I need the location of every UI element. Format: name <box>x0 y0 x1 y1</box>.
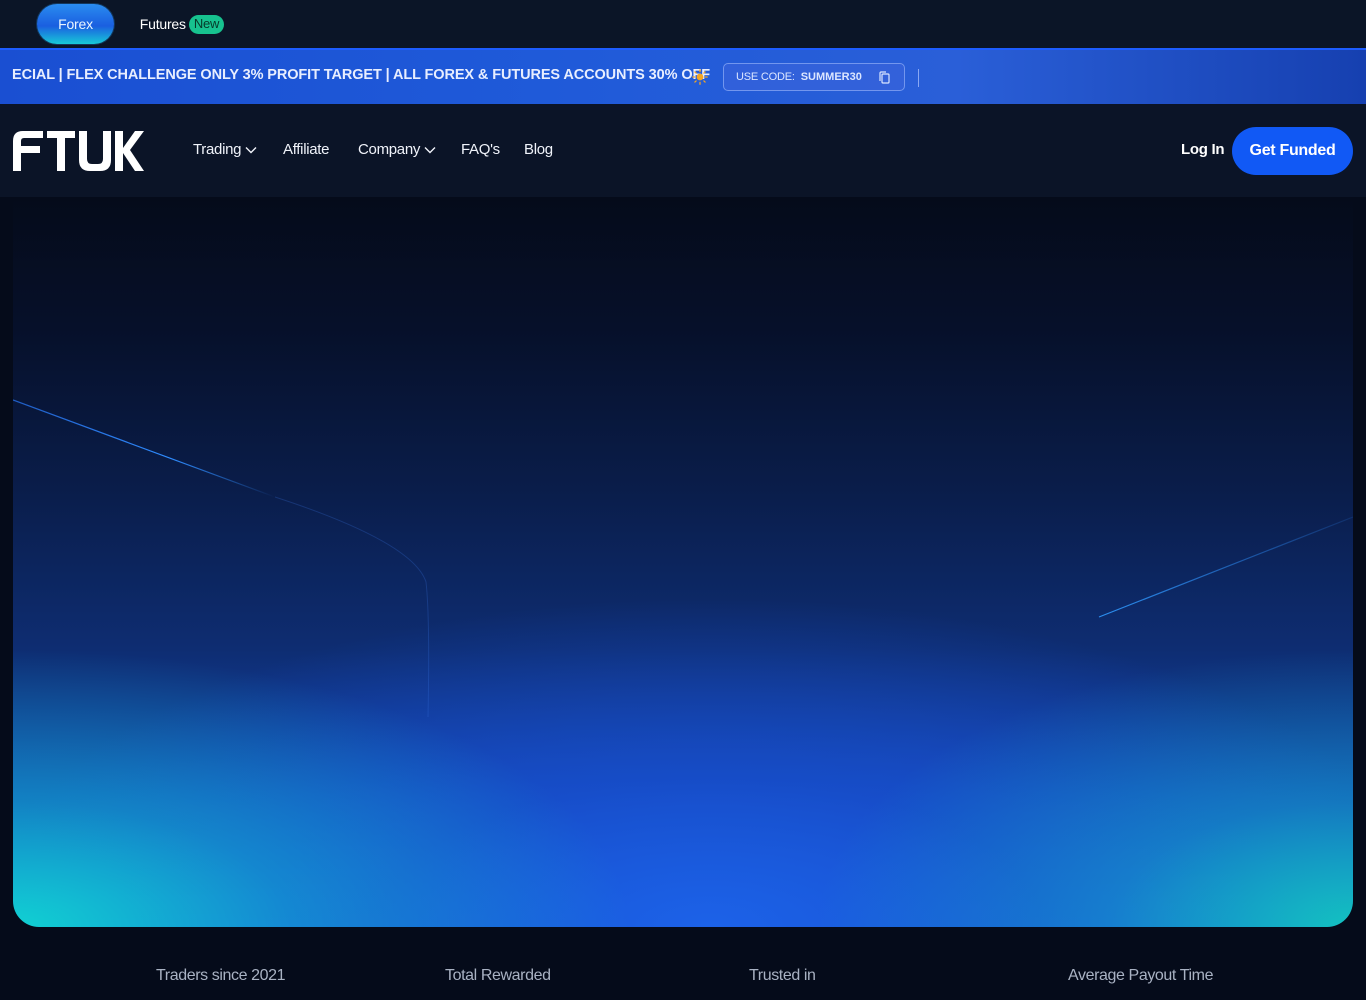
nav-item-faqs-label: FAQ's <box>461 141 500 158</box>
promo-divider <box>918 69 919 87</box>
nav-item-company-label: Company <box>358 141 421 158</box>
nav-item-company[interactable]: Company <box>358 141 436 158</box>
futures-tab[interactable]: Futures New <box>132 4 232 44</box>
futures-tab-label: Futures <box>139 16 186 32</box>
stat-trusted-in: Trusted in <box>749 967 816 984</box>
stat-traders-since: Traders since 2021 <box>156 967 286 984</box>
stat-average-payout-time: Average Payout Time <box>1068 967 1214 984</box>
forex-tab[interactable]: Forex <box>37 4 114 44</box>
copy-icon <box>879 71 890 84</box>
login-link[interactable]: Log In <box>1181 141 1224 158</box>
promo-code-copy-button[interactable]: USE CODE: SUMMER30 <box>723 63 905 91</box>
promo-code-value: SUMMER30 <box>800 71 862 83</box>
get-funded-button[interactable]: Get Funded <box>1232 127 1353 175</box>
main-nav: Trading Affiliate Company FAQ's Blog Log… <box>0 104 1366 197</box>
nav-item-affiliate-label: Affiliate <box>283 141 330 158</box>
nav-item-affiliate[interactable]: Affiliate <box>283 141 330 158</box>
chevron-down-icon <box>424 146 436 153</box>
promo-code-label: USE CODE: <box>736 71 795 83</box>
new-badge: New <box>188 14 225 34</box>
nav-item-faqs[interactable]: FAQ's <box>461 141 500 158</box>
get-funded-label: Get Funded <box>1249 142 1336 159</box>
forex-tab-label: Forex <box>58 16 93 32</box>
sun-icon <box>692 69 708 85</box>
hero-decoration <box>13 399 1353 718</box>
promo-banner: ECIAL | FLEX CHALLENGE ONLY 3% PROFIT TA… <box>0 48 1366 104</box>
nav-item-blog[interactable]: Blog <box>524 141 553 158</box>
nav-item-blog-label: Blog <box>524 141 553 158</box>
market-switcher: Forex Futures New <box>0 0 1366 48</box>
nav-item-trading-label: Trading <box>193 141 242 158</box>
nav-item-trading[interactable]: Trading <box>193 141 257 158</box>
hero-section <box>13 197 1353 927</box>
chevron-down-icon <box>245 146 257 153</box>
promo-text: ECIAL | FLEX CHALLENGE ONLY 3% PROFIT TA… <box>12 67 711 83</box>
stat-total-rewarded: Total Rewarded <box>445 967 551 984</box>
ftuk-logo[interactable] <box>13 131 144 171</box>
